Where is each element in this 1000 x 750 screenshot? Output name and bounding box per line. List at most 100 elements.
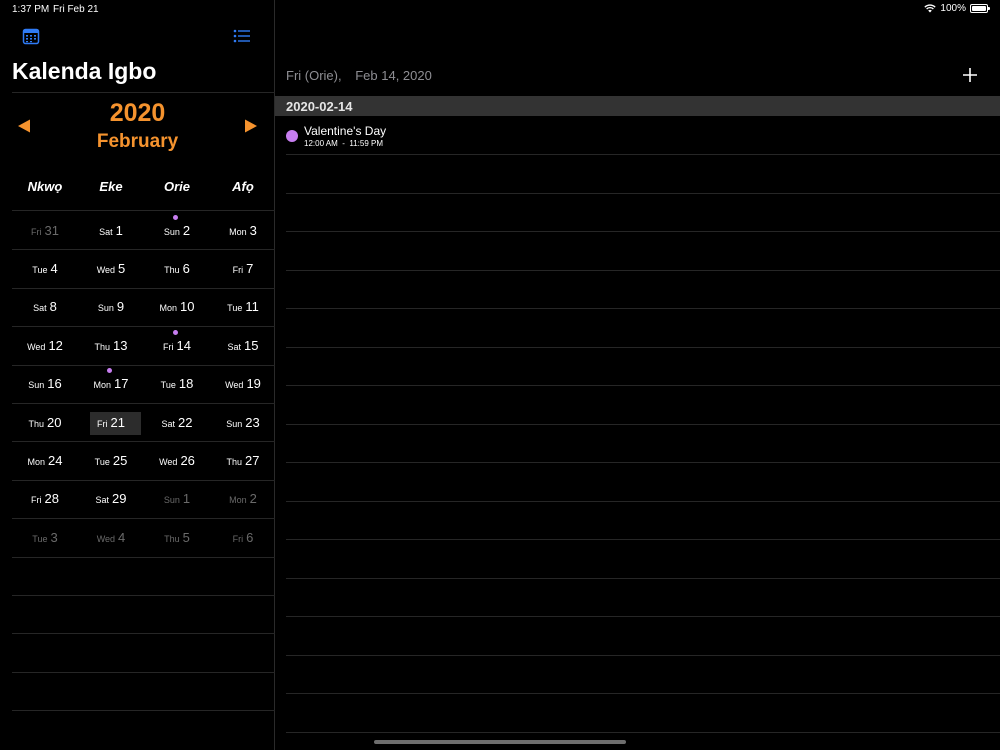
day-cell[interactable]: Sun 2 [144,211,210,249]
day-number: 11 [245,299,259,315]
divider [12,710,275,711]
day-cell[interactable]: Tue 3 [12,518,78,556]
day-cell[interactable]: Sun 9 [78,288,144,326]
weekday-label: Sun [28,380,45,391]
day-number: 21 [110,414,125,430]
weekday-label: Tue [94,456,110,467]
status-right: 100% [924,3,990,14]
day-cell[interactable]: Sun 23 [210,403,276,441]
day-cell[interactable]: Thu 5 [144,518,210,556]
day-cell[interactable]: Mon 3 [210,211,276,249]
month-label: February [96,131,179,152]
weekday-label: Sat [99,226,113,237]
battery-icon [970,4,990,13]
weekday-label: Thu [28,418,45,429]
day-number: 2 [182,222,191,238]
list-separator [286,655,1000,656]
day-cell[interactable]: Sat 15 [210,326,276,364]
day-cell[interactable]: Sat 29 [78,480,144,518]
day-cell[interactable]: Wed 19 [210,365,276,403]
day-cell-content: Wed 19 [225,376,261,391]
day-cell[interactable]: Mon 17 [78,365,144,403]
day-cell[interactable]: Wed 5 [78,249,144,287]
weekday-label: Mon [229,226,247,237]
day-cell-content: Sat 8 [33,299,57,314]
day-cell[interactable]: Thu 6 [144,249,210,287]
list-separator [286,616,1000,617]
day-cell[interactable]: Thu 13 [78,326,144,364]
day-cell[interactable]: Sun 1 [144,480,210,518]
event-color-dot [286,130,298,142]
day-header-afo: Afọ [232,179,254,194]
day-cell-today[interactable]: Fri 21 [78,403,144,441]
day-number: 26 [180,452,195,468]
day-cell-content: Tue 4 [32,261,57,276]
day-number: 17 [114,376,129,392]
weekday-label: Fri [97,418,108,429]
list-separator [286,693,1000,694]
weekday-label: Thu [94,341,111,352]
day-number: 7 [246,260,254,276]
day-cell[interactable]: Tue 25 [78,441,144,479]
day-cell[interactable]: Fri 6 [210,518,276,556]
weekday-label: Wed [225,380,244,391]
day-cell[interactable]: Mon 2 [210,480,276,518]
day-cell[interactable]: Mon 24 [12,441,78,479]
day-number: 31 [44,222,59,238]
list-separator [286,231,1000,232]
weekday-label: Sun [97,303,114,314]
day-cell[interactable]: Sun 16 [12,365,78,403]
day-cell-content: Mon 24 [28,453,63,468]
day-cell[interactable]: Wed 4 [78,518,144,556]
day-cell[interactable]: Thu 27 [210,441,276,479]
day-cell[interactable]: Sat 22 [144,403,210,441]
weekday-label: Thu [226,456,243,467]
day-cell-content: Tue 11 [227,299,259,314]
day-number: 28 [44,491,59,507]
day-number: 12 [48,337,63,353]
weekday-label: Mon [93,380,112,391]
app-title: Kalenda Igbo [12,58,157,84]
day-cell-content: Fri 28 [31,491,59,506]
day-cell[interactable]: Fri 7 [210,249,276,287]
weekday-label: Sun [226,418,243,429]
event-indicator-dot [106,368,112,374]
day-cell[interactable]: Fri 28 [12,480,78,518]
list-icon[interactable] [233,28,251,44]
day-cell[interactable]: Thu 20 [12,403,78,441]
day-cell-content: Wed 26 [159,453,195,468]
day-cell[interactable]: Tue 4 [12,249,78,287]
event-item[interactable]: Valentine's Day 12:00 AM - 11:59 PM [286,122,1000,154]
calendar-icon[interactable] [22,27,40,45]
day-cell[interactable]: Sat 8 [12,288,78,326]
day-cell[interactable]: Fri 31 [12,211,78,249]
day-cell-content: Fri 21 [97,415,125,430]
plus-icon[interactable] [962,67,978,83]
day-cell[interactable]: Fri 14 [144,326,210,364]
day-number: 20 [47,414,62,430]
weekday-label: Thu [164,264,180,275]
weekday-label: Wed [159,456,178,467]
day-number: 27 [245,452,260,468]
day-cell[interactable]: Mon 10 [144,288,210,326]
home-indicator[interactable] [374,740,626,744]
day-cell-content: Mon 17 [93,368,129,392]
day-number: 1 [182,491,191,507]
triangle-left-icon[interactable] [16,118,32,134]
triangle-right-icon[interactable] [243,118,259,134]
day-cell-content: Tue 3 [32,530,57,545]
event-title: Valentine's Day [304,124,387,138]
weekday-label: Thu [164,533,180,544]
day-number: 23 [245,414,260,430]
day-cell[interactable]: Wed 12 [12,326,78,364]
list-separator [286,270,1000,271]
weekday-label: Tue [32,264,48,275]
day-number: 3 [249,222,257,238]
section-header-date: 2020-02-14 [286,99,353,114]
list-separator [286,308,1000,309]
day-cell[interactable]: Tue 11 [210,288,276,326]
day-header-nkwo: Nkwọ [27,179,63,194]
day-cell[interactable]: Sat 1 [78,211,144,249]
day-cell[interactable]: Wed 26 [144,441,210,479]
day-cell[interactable]: Tue 18 [144,365,210,403]
